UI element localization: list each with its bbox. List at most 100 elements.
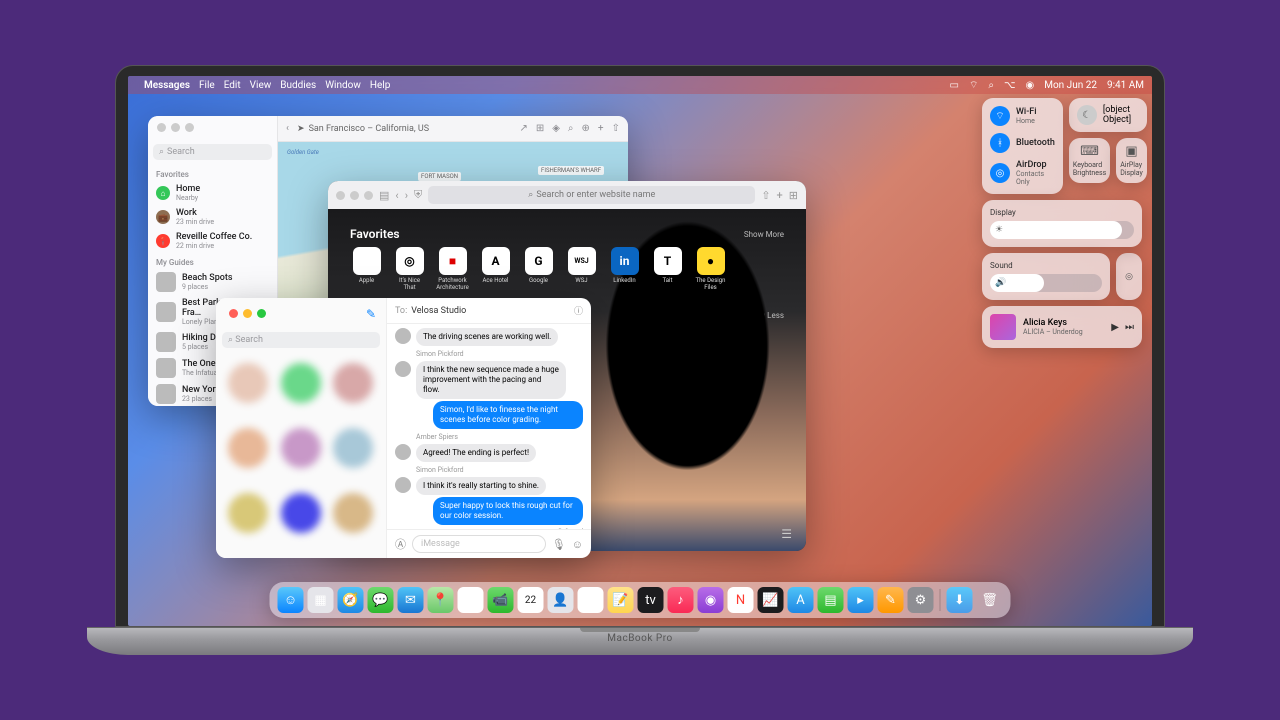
emoji-icon[interactable]: ☺ (572, 538, 583, 551)
maps-layers-icon[interactable]: ◈ (552, 123, 560, 134)
menubar-app-name[interactable]: Messages (144, 80, 190, 91)
maps-back-icon[interactable]: ‹ (286, 123, 289, 134)
avatar[interactable] (281, 363, 321, 403)
menubar-item-help[interactable]: Help (370, 80, 390, 91)
dock-app-stocks[interactable]: 📈 (758, 587, 784, 613)
microphone-icon[interactable]: 🎙 (552, 538, 566, 551)
dock-app-pages[interactable]: ✎ (878, 587, 904, 613)
tabs-icon[interactable]: ⊞ (789, 189, 798, 202)
dock-downloads[interactable]: ⬇ (947, 587, 973, 613)
dock-app-launchpad[interactable]: ▦ (308, 587, 334, 613)
messages-traffic-lights[interactable] (220, 302, 275, 325)
messages-avatar-grid[interactable] (216, 351, 386, 558)
dock-app-reminders[interactable]: ☑ (578, 587, 604, 613)
dock-app-notes[interactable]: 📝 (608, 587, 634, 613)
battery-icon[interactable]: ▭ (950, 80, 959, 91)
avatar[interactable] (333, 493, 373, 533)
maps-search-input[interactable]: ⌕Search (153, 144, 272, 160)
share-icon[interactable]: ⇧ (761, 189, 770, 202)
dock-app-settings[interactable]: ⚙ (908, 587, 934, 613)
menubar-item-file[interactable]: File (199, 80, 215, 91)
cc-wifi-toggle[interactable]: ⌔ Wi-FiHome (990, 106, 1055, 126)
dock-app-appstore[interactable]: A (788, 587, 814, 613)
dock-app-tv[interactable]: tv (638, 587, 664, 613)
details-icon[interactable]: ⓘ (574, 304, 583, 317)
show-more-button[interactable]: Show More (744, 230, 784, 239)
avatar[interactable] (228, 493, 268, 533)
safari-favorite-item[interactable]: GGoogle (522, 247, 555, 291)
wifi-icon[interactable]: ⌔ (969, 79, 978, 92)
avatar[interactable] (281, 428, 321, 468)
maps-favorite-item[interactable]: ⌂HomeNearby (148, 181, 277, 205)
next-icon[interactable]: ⏭ (1125, 322, 1134, 333)
safari-favorite-item[interactable]: ◎It's Nice That (393, 247, 426, 291)
spotlight-icon[interactable]: ⌕ (988, 80, 994, 91)
maps-settings-icon[interactable]: ⊕ (582, 123, 590, 134)
dock-app-music[interactable]: ♪ (668, 587, 694, 613)
cc-sound-slider[interactable]: 🔊 (990, 274, 1102, 292)
back-icon[interactable]: ‹ (395, 189, 398, 202)
dock-app-numbers[interactable]: ▤ (818, 587, 844, 613)
control-center-icon[interactable]: ⌥ (1004, 80, 1016, 91)
forward-icon[interactable]: › (405, 189, 408, 202)
cc-airdrop-toggle[interactable]: ◎ AirDropContacts Only (990, 160, 1055, 186)
maps-traffic-lights[interactable] (148, 116, 277, 139)
safari-favorite-item[interactable]: TTait (651, 247, 684, 291)
menubar-date[interactable]: Mon Jun 22 (1044, 80, 1097, 91)
menubar-item-view[interactable]: View (250, 80, 272, 91)
customize-icon[interactable]: ☰ (781, 527, 792, 541)
avatar[interactable] (333, 363, 373, 403)
dock-app-finder[interactable]: ☺ (278, 587, 304, 613)
avatar[interactable] (333, 428, 373, 468)
safari-favorite-item[interactable]: ●The Design Files (694, 247, 727, 291)
dock-app-podcasts[interactable]: ◉ (698, 587, 724, 613)
avatar[interactable] (281, 493, 321, 533)
shield-icon[interactable]: ⛨ (414, 188, 422, 202)
maps-guide-item[interactable]: Beach Spots9 places (148, 269, 277, 295)
safari-traffic-lights[interactable] (336, 191, 373, 200)
new-tab-icon[interactable]: + (777, 189, 783, 202)
maps-favorite-item[interactable]: 📍Reveille Coffee Co.22 min drive (148, 229, 277, 253)
cc-bluetooth-toggle[interactable]: ᚼ Bluetooth (990, 133, 1055, 153)
messages-search-input[interactable]: ⌕ Search (222, 332, 380, 348)
maps-add-icon[interactable]: + (598, 123, 604, 134)
safari-favorite-item[interactable]: ■Patchwork Architecture (436, 247, 469, 291)
avatar[interactable] (228, 363, 268, 403)
sidebar-toggle-icon[interactable]: ▤ (379, 189, 389, 202)
menubar-time[interactable]: 9:41 AM (1107, 80, 1144, 91)
dock-trash[interactable]: 🗑 (977, 587, 1003, 613)
imessage-input[interactable]: iMessage (412, 535, 546, 553)
maps-share-icon[interactable]: ⇧ (612, 123, 620, 134)
menubar-item-edit[interactable]: Edit (224, 80, 241, 91)
play-icon[interactable]: ▶ (1111, 322, 1119, 333)
compose-icon[interactable]: ✎ (366, 307, 382, 321)
dock-app-safari[interactable]: 🧭 (338, 587, 364, 613)
dock-app-calendar[interactable]: 22 (518, 587, 544, 613)
safari-favorite-item[interactable]: inLinkedIn (608, 247, 641, 291)
dock-app-photos[interactable]: ✿ (458, 587, 484, 613)
dock-app-contacts[interactable]: 👤 (548, 587, 574, 613)
siri-icon[interactable]: ◉ (1026, 80, 1035, 91)
cc-audio-output[interactable]: ◎ (1116, 253, 1142, 300)
safari-favorite-item[interactable]: AAce Hotel (479, 247, 512, 291)
cc-airplay[interactable]: ▣AirPlay Display (1116, 138, 1147, 183)
dock-app-mail[interactable]: ✉ (398, 587, 424, 613)
menubar-item-buddies[interactable]: Buddies (280, 80, 316, 91)
safari-favorite-item[interactable]: Apple (350, 247, 383, 291)
apps-icon[interactable]: Ⓐ (395, 536, 406, 552)
maps-directions-icon[interactable]: ↗ (519, 123, 527, 134)
maps-binoculars-icon[interactable]: ⌕ (568, 123, 574, 134)
cc-keyboard-brightness[interactable]: ⌨Keyboard Brightness (1069, 138, 1110, 183)
maps-3d-icon[interactable]: ⊞ (536, 123, 544, 134)
avatar[interactable] (228, 428, 268, 468)
dock-app-messages[interactable]: 💬 (368, 587, 394, 613)
cc-display-slider[interactable]: ☀ (990, 221, 1134, 239)
menubar-item-window[interactable]: Window (325, 80, 361, 91)
safari-favorite-item[interactable]: WSJWSJ (565, 247, 598, 291)
dock-app-facetime[interactable]: 📹 (488, 587, 514, 613)
dock-app-maps[interactable]: 📍 (428, 587, 454, 613)
maps-favorite-item[interactable]: 💼Work23 min drive (148, 205, 277, 229)
safari-url-input[interactable]: ⌕Search or enter website name (428, 186, 755, 204)
cc-dnd-toggle[interactable]: ☾ [object Object] (1069, 98, 1147, 132)
dock-app-news[interactable]: N (728, 587, 754, 613)
